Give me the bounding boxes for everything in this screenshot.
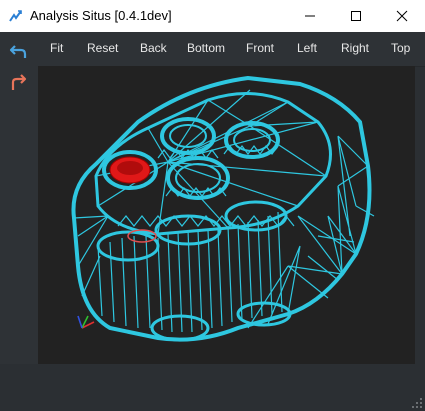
close-button[interactable] <box>379 0 425 32</box>
undo-icon[interactable] <box>9 42 29 62</box>
fit-button[interactable]: Fit <box>50 41 63 55</box>
front-button[interactable]: Front <box>246 41 274 55</box>
maximize-button[interactable] <box>333 0 379 32</box>
reset-button[interactable]: Reset <box>87 41 118 55</box>
close-icon <box>396 10 408 22</box>
3d-viewport[interactable] <box>38 66 415 364</box>
app-logo-icon <box>9 10 22 22</box>
mesh-render <box>71 75 375 342</box>
window-title: Analysis Situs [0.4.1dev] <box>30 8 172 23</box>
bottom-button[interactable]: Bottom <box>187 41 225 55</box>
status-bar <box>0 364 425 411</box>
right-button[interactable]: Right <box>341 41 369 55</box>
app-window: Analysis Situs [0.4.1dev] Fit Reset Back… <box>0 0 425 411</box>
side-toolbar <box>0 45 38 411</box>
minimize-button[interactable] <box>287 0 333 32</box>
maximize-icon <box>351 11 361 21</box>
redo-icon[interactable] <box>9 74 29 94</box>
top-button[interactable]: Top <box>391 41 410 55</box>
title-bar[interactable]: Analysis Situs [0.4.1dev] <box>0 0 425 32</box>
axes-triad-icon <box>77 315 95 329</box>
left-button[interactable]: Left <box>297 41 317 55</box>
back-button[interactable]: Back <box>140 41 167 55</box>
minimize-icon <box>305 15 315 17</box>
resize-grip-icon[interactable] <box>411 397 423 409</box>
view-toolbar: Fit Reset Back Bottom Front Left Right T… <box>0 32 425 67</box>
